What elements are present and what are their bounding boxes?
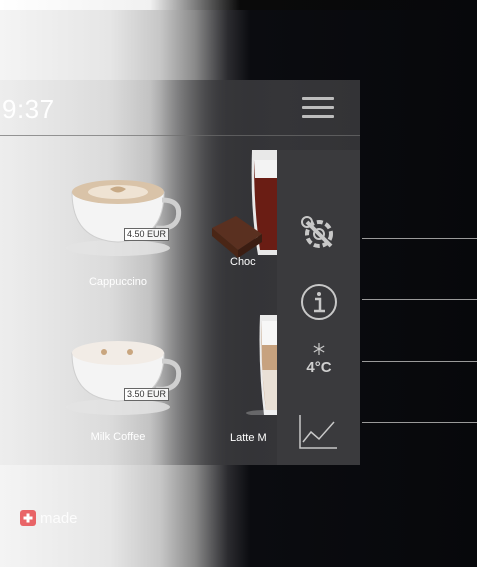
pointer-line-info	[362, 299, 477, 300]
temperature-display[interactable]: 4°C	[297, 342, 341, 382]
price-label: 4.50 EUR	[124, 228, 170, 241]
cappuccino-cup-icon	[66, 180, 182, 256]
price-label: 3.50 EUR	[124, 388, 170, 401]
screen-header: 9:37	[0, 80, 360, 136]
pointer-line-temperature	[362, 361, 477, 362]
drink-name: Latte M	[230, 432, 267, 444]
temperature-value: 4°C	[306, 359, 332, 376]
brand-text: made	[40, 510, 78, 527]
drink-milk-coffee[interactable]: 3.50 EUR Milk Coffee	[50, 335, 190, 450]
side-menu-panel: 4°C	[277, 150, 360, 465]
drink-latte-macchiato[interactable]: Latte M	[210, 315, 277, 450]
info-button[interactable]	[297, 280, 341, 324]
chocolate-glass-icon	[212, 150, 277, 258]
drink-name: Milk Coffee	[90, 431, 146, 443]
settings-button[interactable]	[297, 212, 341, 256]
machine-top-edge	[0, 0, 477, 10]
drink-name: Choc	[230, 256, 256, 268]
milk-coffee-cup-icon	[66, 341, 182, 415]
info-icon	[301, 284, 337, 320]
drink-cappuccino[interactable]: 4.50 EUR Cappuccino	[50, 170, 190, 288]
statistics-chart-icon	[299, 415, 337, 449]
snowflake-icon	[313, 343, 325, 355]
latte-macchiato-glass-icon	[246, 315, 277, 415]
statistics-button[interactable]	[297, 412, 341, 452]
clock: 9:37	[2, 94, 55, 124]
settings-wrench-gear-icon	[301, 216, 333, 248]
hamburger-menu-icon[interactable]	[302, 97, 334, 119]
swiss-cross-icon	[20, 510, 36, 526]
pointer-line-settings	[362, 238, 477, 239]
pointer-line-statistics	[362, 422, 477, 423]
brand-logo: made	[20, 510, 78, 531]
drink-chocolate[interactable]: Choc	[210, 150, 277, 285]
drink-name: Cappuccino	[88, 276, 148, 288]
